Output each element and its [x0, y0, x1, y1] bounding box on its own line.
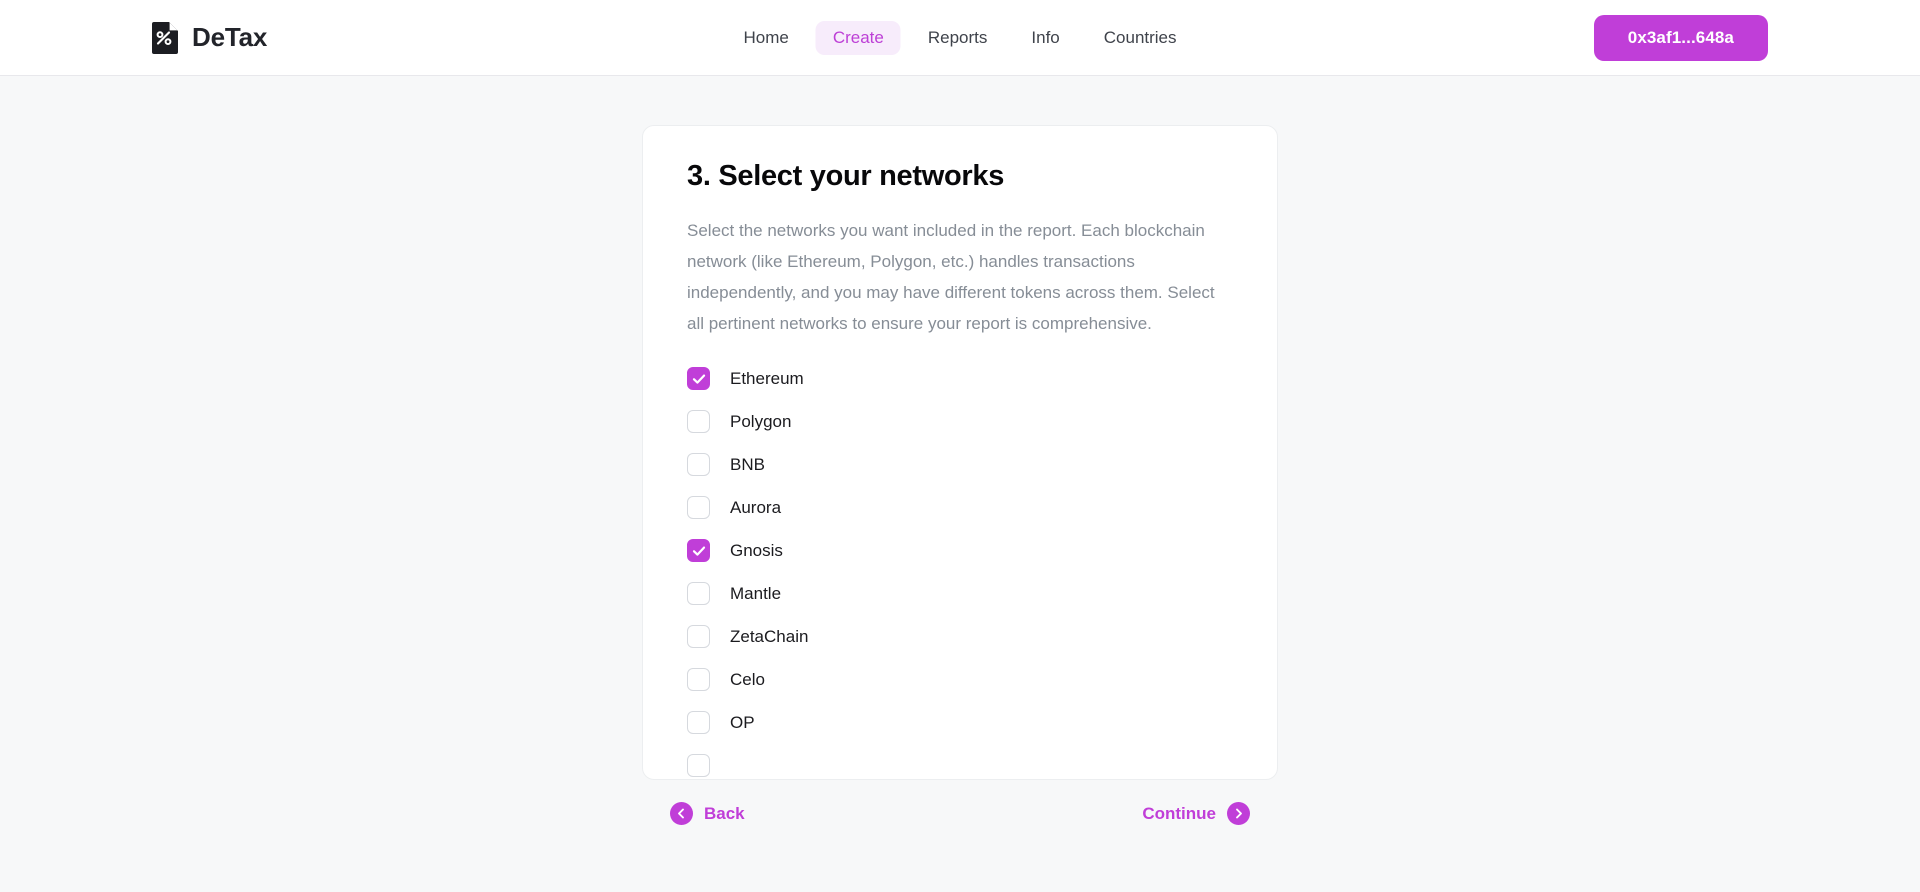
network-label: Mantle: [730, 583, 782, 603]
network-label: Ethereum: [730, 368, 804, 388]
brand-logo[interactable]: DeTax: [152, 21, 268, 54]
list-item[interactable]: Celo: [687, 668, 1233, 691]
brand-name: DeTax: [192, 22, 268, 52]
list-item[interactable]: Gnosis: [687, 539, 1233, 562]
list-item[interactable]: Mantle: [687, 582, 1233, 605]
nav-item-info[interactable]: Info: [1014, 21, 1076, 55]
list-item[interactable]: Polygon: [687, 410, 1233, 433]
back-button-label: Back: [704, 803, 745, 823]
network-label: BNB: [730, 454, 765, 474]
nav-item-create[interactable]: Create: [815, 20, 901, 55]
main-content: 3. Select your networks Select the netwo…: [0, 76, 1920, 892]
network-label: OP: [730, 712, 755, 732]
main-navigation: Home Create Reports Info Countries: [726, 20, 1194, 55]
nav-item-countries[interactable]: Countries: [1087, 21, 1194, 55]
check-icon: [692, 546, 705, 556]
wallet-address-button[interactable]: 0x3af1...648a: [1593, 14, 1768, 61]
checkbox-op[interactable]: [687, 711, 710, 734]
check-icon: [692, 374, 705, 384]
network-label: Aurora: [730, 497, 782, 517]
continue-button[interactable]: Continue: [1138, 798, 1254, 829]
list-item[interactable]: Aurora: [687, 496, 1233, 519]
checkbox-celo[interactable]: [687, 668, 710, 691]
list-item[interactable]: ZetaChain: [687, 625, 1233, 648]
list-item-clipped[interactable]: [687, 754, 1233, 777]
network-label: Celo: [730, 669, 765, 689]
checkbox-clipped[interactable]: [687, 754, 710, 777]
continue-button-label: Continue: [1142, 803, 1216, 823]
checkbox-polygon[interactable]: [687, 410, 710, 433]
checkbox-ethereum[interactable]: [687, 367, 710, 390]
document-percent-icon: [152, 21, 178, 54]
select-networks-card: 3. Select your networks Select the netwo…: [642, 125, 1278, 780]
list-item[interactable]: OP: [687, 711, 1233, 734]
chevron-left-icon: [670, 802, 693, 825]
checkbox-mantle[interactable]: [687, 582, 710, 605]
checkbox-zetachain[interactable]: [687, 625, 710, 648]
checkbox-bnb[interactable]: [687, 453, 710, 476]
checkbox-gnosis[interactable]: [687, 539, 710, 562]
page-title: 3. Select your networks: [687, 160, 1005, 192]
list-item[interactable]: Ethereum: [687, 367, 1233, 390]
checkbox-aurora[interactable]: [687, 496, 710, 519]
back-button[interactable]: Back: [666, 798, 749, 829]
nav-item-home[interactable]: Home: [726, 21, 805, 55]
wizard-navigation: Back Continue: [642, 798, 1278, 829]
chevron-right-icon: [1227, 802, 1250, 825]
top-header: DeTax Home Create Reports Info Countries…: [0, 0, 1920, 76]
network-label: ZetaChain: [730, 626, 809, 646]
network-checkbox-list: Ethereum Polygon BNB Aurora Gnosis Mantl…: [687, 367, 1233, 777]
nav-item-reports[interactable]: Reports: [911, 21, 1005, 55]
network-label: Polygon: [730, 411, 792, 431]
network-label: Gnosis: [730, 540, 783, 560]
list-item[interactable]: BNB: [687, 453, 1233, 476]
card-description: Select the networks you want included in…: [687, 221, 1215, 333]
